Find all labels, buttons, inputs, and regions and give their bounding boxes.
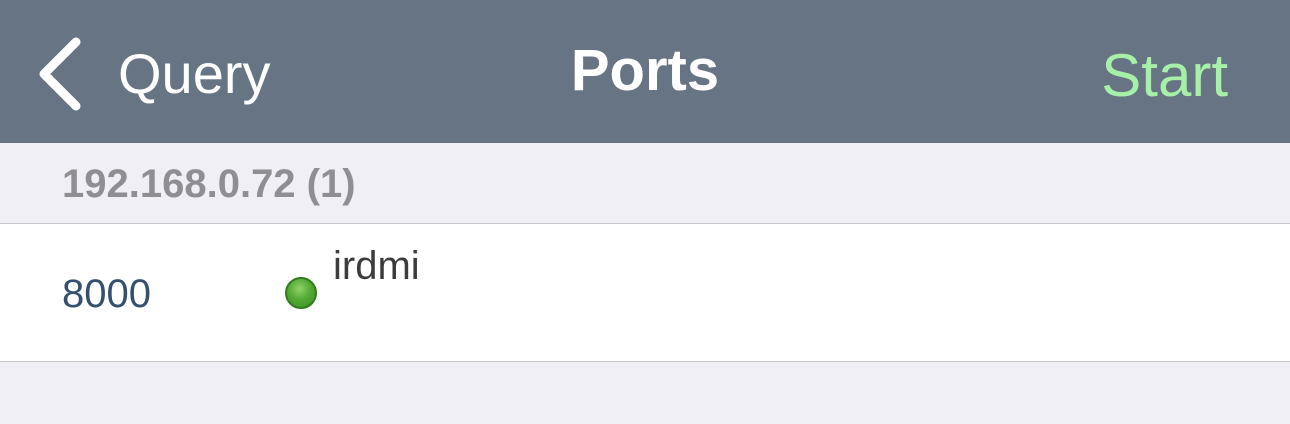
chevron-left-icon <box>36 36 84 112</box>
empty-area <box>0 362 1290 424</box>
host-address-label: 192.168.0.72 (1) <box>62 162 356 206</box>
back-label: Query <box>118 42 271 105</box>
navigation-bar: Query Ports Start <box>0 0 1290 143</box>
start-button[interactable]: Start <box>1101 46 1228 106</box>
green-dot-icon <box>285 277 317 309</box>
back-button[interactable]: Query <box>36 34 271 114</box>
table-row[interactable]: 8000 irdmi <box>0 224 1290 362</box>
service-name: irdmi <box>333 244 420 288</box>
section-header: 192.168.0.72 (1) <box>0 143 1290 224</box>
port-number: 8000 <box>62 272 151 316</box>
